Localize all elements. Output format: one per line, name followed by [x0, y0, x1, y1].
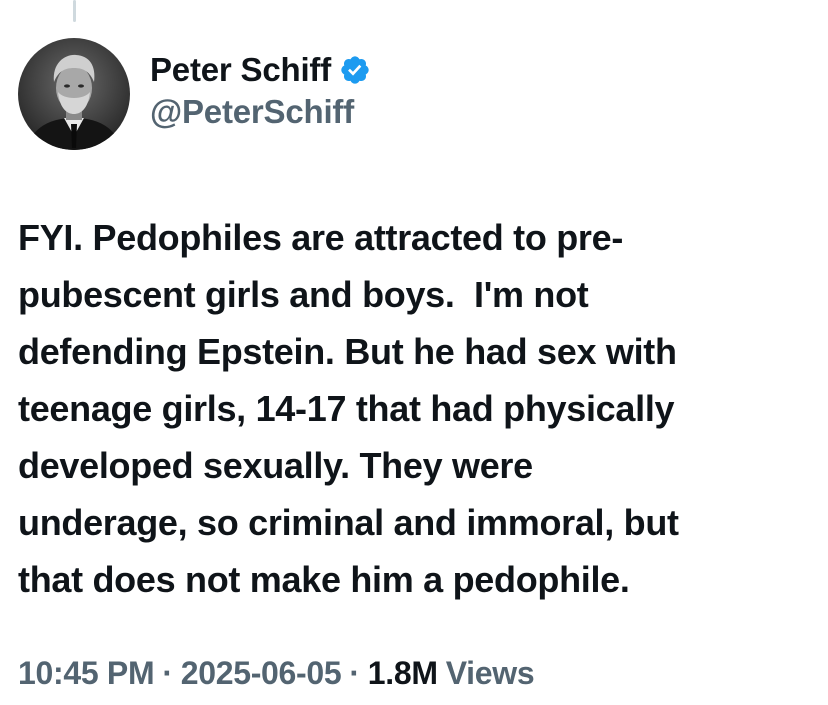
avatar-photo-icon — [18, 38, 130, 150]
display-name[interactable]: Peter Schiff — [150, 51, 331, 89]
author-names: Peter Schiff @PeterSchiff — [150, 47, 371, 131]
tweet-author-header: Peter Schiff @PeterSchiff — [18, 38, 371, 150]
avatar[interactable] — [18, 38, 130, 150]
meta-separator: · — [349, 655, 360, 691]
author-handle[interactable]: @PeterSchiff — [150, 93, 371, 131]
thread-connector-line — [73, 0, 76, 22]
meta-separator: · — [162, 655, 173, 691]
tweet-date[interactable]: 2025-06-05 — [181, 655, 342, 692]
views-label: Views — [445, 655, 535, 691]
tweet-time[interactable]: 10:45 PM — [18, 655, 155, 692]
display-name-row: Peter Schiff — [150, 47, 371, 93]
tweet-text: FYI. Pedophiles are attracted to pre- pu… — [18, 217, 679, 600]
views-count: 1.8M — [367, 655, 438, 691]
verified-badge-icon — [339, 54, 371, 86]
tweet-meta: 10:45 PM · 2025-06-05 · 1.8M Views — [18, 655, 535, 692]
